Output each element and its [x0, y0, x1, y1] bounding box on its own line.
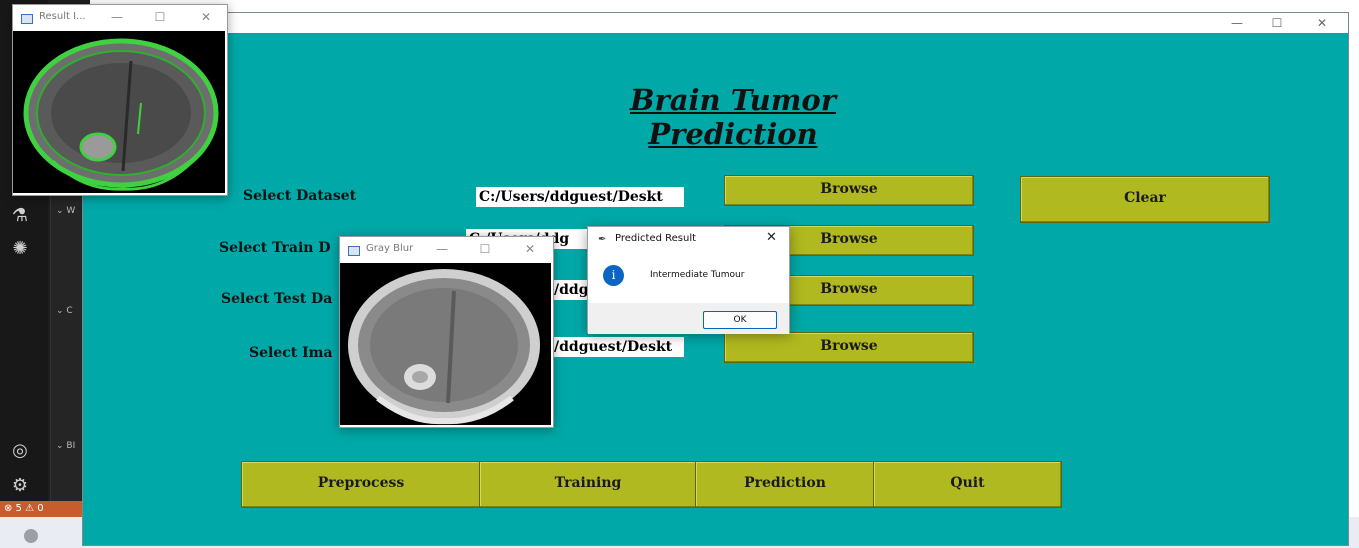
label-select-image: Select Ima	[249, 345, 333, 361]
close-button[interactable]: ✕	[196, 10, 216, 24]
ide-section-label: BI	[66, 441, 76, 451]
testing-flask-icon[interactable]: ⚗	[0, 205, 40, 226]
browse-dataset-button[interactable]: Browse	[724, 175, 974, 206]
ide-section-c[interactable]: ⌄ C	[56, 306, 73, 316]
label-select-dataset: Select Dataset	[243, 188, 357, 204]
gray-blur-window[interactable]: Gray Blur — ☐ ✕	[339, 236, 554, 428]
dialog-title: Predicted Result	[615, 233, 697, 244]
main-window-titlebar: — ☐ ✕	[83, 13, 1348, 33]
maximize-button[interactable]: ☐	[475, 242, 495, 256]
maximize-button[interactable]: ☐	[1263, 15, 1291, 31]
chevron-down-icon: ⌄	[56, 306, 64, 316]
result-window-title: Result I...	[39, 11, 86, 22]
chevron-down-icon: ⌄	[56, 206, 64, 216]
window-app-icon	[21, 14, 33, 24]
clear-button[interactable]: Clear	[1020, 176, 1270, 223]
prediction-button[interactable]: Prediction	[695, 461, 875, 508]
label-select-test: Select Test Da	[221, 291, 333, 307]
page-title: Brain Tumor Prediction	[629, 83, 837, 151]
gray-blur-mri-graphic	[340, 263, 551, 425]
result-brain-image	[13, 31, 225, 193]
quit-button[interactable]: Quit	[873, 461, 1062, 508]
gray-blur-title: Gray Blur	[366, 243, 414, 254]
openai-icon[interactable]: ✺	[0, 238, 40, 259]
ide-section-label: W	[66, 206, 76, 216]
ide-section-b[interactable]: ⌄ BI	[56, 441, 75, 451]
gray-blur-titlebar[interactable]: Gray Blur — ☐ ✕	[340, 237, 553, 263]
feather-icon: ✒	[598, 234, 607, 245]
taskbar-app-icon[interactable]	[24, 529, 38, 543]
chevron-down-icon: ⌄	[56, 441, 64, 451]
dialog-message: Intermediate Tumour	[650, 270, 745, 280]
close-button[interactable]: ✕	[1308, 15, 1336, 31]
training-button[interactable]: Training	[479, 461, 697, 508]
predicted-result-dialog[interactable]: ✒ Predicted Result ✕ i Intermediate Tumo…	[587, 226, 790, 334]
window-app-icon	[348, 246, 360, 256]
result-window-titlebar[interactable]: Result I... — ☐ ✕	[13, 5, 227, 31]
maximize-button[interactable]: ☐	[150, 10, 170, 24]
settings-gear-icon[interactable]: ⚙	[0, 475, 40, 496]
info-icon: i	[603, 265, 624, 286]
ok-button[interactable]: OK	[703, 311, 777, 329]
browse-image-button[interactable]: Browse	[724, 332, 974, 363]
minimize-button[interactable]: —	[107, 10, 127, 24]
result-image-window[interactable]: Result I... — ☐ ✕	[12, 4, 228, 196]
preprocess-button[interactable]: Preprocess	[241, 461, 481, 508]
label-select-train: Select Train D	[219, 240, 331, 256]
result-mri-graphic	[13, 31, 225, 193]
gray-blur-brain-image	[340, 263, 551, 425]
ide-section-label: C	[66, 306, 73, 316]
ide-section-w[interactable]: ⌄ W	[56, 206, 75, 216]
account-icon[interactable]: ◎	[0, 440, 40, 461]
image-path-field[interactable]: /ddguest/Deskt	[551, 337, 684, 357]
dialog-close-button[interactable]: ✕	[766, 230, 777, 245]
ide-status-bar[interactable]: ⊗ 5 ⚠ 0	[0, 501, 90, 517]
minimize-button[interactable]: —	[1223, 15, 1251, 31]
minimize-button[interactable]: —	[432, 242, 452, 256]
close-button[interactable]: ✕	[520, 242, 540, 256]
dataset-path-field[interactable]: C:/Users/ddguest/Deskt	[476, 187, 684, 207]
